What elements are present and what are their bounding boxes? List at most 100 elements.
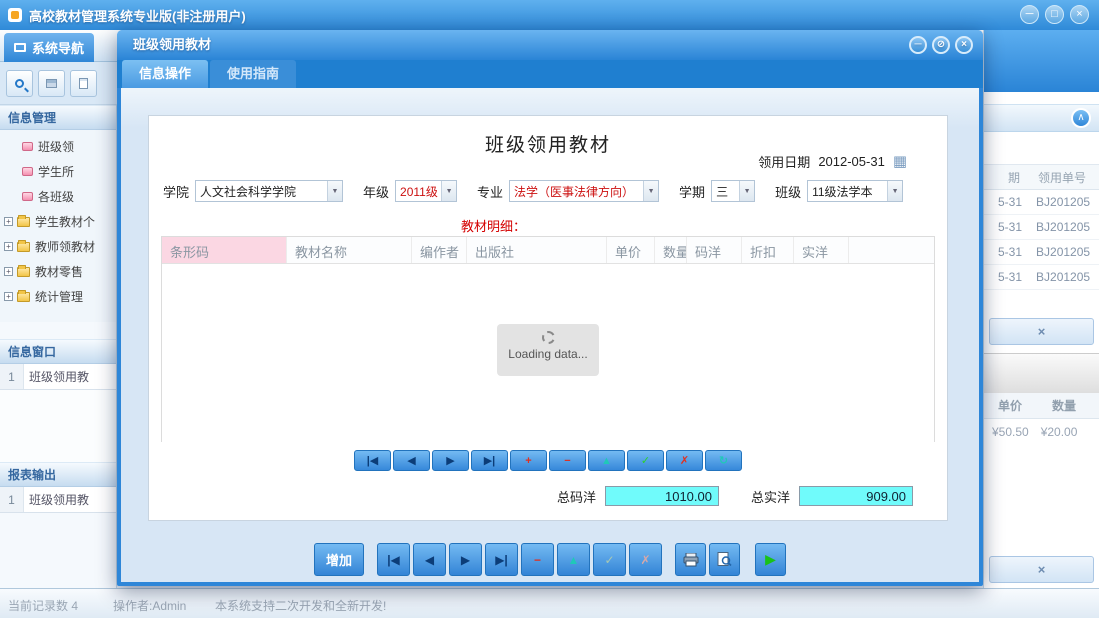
- main-titlebar: 高校教材管理系统专业版(非注册用户) ─ □ ×: [0, 0, 1099, 30]
- tab-system-navigation[interactable]: 系统导航: [4, 33, 94, 62]
- expander-icon[interactable]: +: [4, 292, 13, 301]
- tree-item-each-class[interactable]: 各班级: [0, 184, 116, 209]
- footer-delete-button[interactable]: −: [521, 543, 554, 576]
- delete-row-button[interactable]: −: [549, 450, 586, 471]
- nav-next-button[interactable]: ▶: [432, 450, 469, 471]
- print-button[interactable]: [675, 543, 706, 576]
- column-barcode[interactable]: 条形码: [162, 237, 287, 263]
- row-date: 5-31: [984, 270, 1022, 284]
- table-row[interactable]: 5-31 BJ201205: [984, 265, 1099, 290]
- panel-close-button[interactable]: ×: [989, 556, 1094, 583]
- semester-label: 学期: [679, 182, 705, 201]
- expander-icon[interactable]: +: [4, 242, 13, 251]
- dialog-block-button[interactable]: ⊘: [932, 36, 950, 54]
- footer-first-button[interactable]: |◀: [377, 543, 410, 576]
- nav-prev-button[interactable]: ◀: [393, 450, 430, 471]
- sidebar-panel-info-management[interactable]: 信息管理: [0, 105, 116, 130]
- column-textbook-name[interactable]: 教材名称: [287, 237, 412, 263]
- class-value: 11级法学本: [808, 183, 887, 200]
- expander-icon[interactable]: +: [4, 217, 13, 226]
- footer-confirm-button[interactable]: ✓: [593, 543, 626, 576]
- column-publisher[interactable]: 出版社: [467, 237, 607, 263]
- dialog-minimize-button[interactable]: ─: [909, 36, 927, 54]
- sidebar-spacer: [0, 322, 116, 339]
- close-icon: ×: [1038, 562, 1046, 577]
- loading-indicator: Loading data...: [497, 324, 599, 376]
- loading-text: Loading data...: [497, 347, 599, 361]
- column-author[interactable]: 编作者: [412, 237, 467, 263]
- footer-prev-button[interactable]: ◀: [413, 543, 446, 576]
- tree-item-textbook-retail[interactable]: + 教材零售: [0, 259, 116, 284]
- total-actual-price-field[interactable]: 909.00: [799, 486, 913, 506]
- nav-first-button[interactable]: |◀: [354, 450, 391, 471]
- tag-icon: [22, 167, 33, 176]
- info-window-item[interactable]: 1 班级领用教: [0, 364, 116, 390]
- minimize-button[interactable]: ─: [1020, 5, 1039, 24]
- footer-edit-button[interactable]: ▲: [557, 543, 590, 576]
- tab-user-guide[interactable]: 使用指南: [210, 60, 296, 88]
- collapse-button[interactable]: ∧: [1071, 108, 1091, 128]
- sidebar-panel-report-output[interactable]: 报表输出: [0, 462, 116, 487]
- cancel-button[interactable]: ✗: [666, 450, 703, 471]
- total-list-price-field[interactable]: 1010.00: [605, 486, 719, 506]
- table-view-button[interactable]: [38, 70, 65, 97]
- run-button[interactable]: ▶: [755, 543, 786, 576]
- preview-button[interactable]: [709, 543, 740, 576]
- dialog-close-button[interactable]: ×: [955, 36, 973, 54]
- major-select[interactable]: 法学（医事法律方向） ▼: [509, 180, 659, 202]
- main-window-title: 高校教材管理系统专业版(非注册用户): [29, 6, 246, 25]
- folder-icon: [17, 267, 30, 277]
- panel-close-button[interactable]: ×: [989, 318, 1094, 345]
- column-discount[interactable]: 折扣: [742, 237, 794, 263]
- table-row[interactable]: 5-31 BJ201205: [984, 190, 1099, 215]
- dialog-titlebar[interactable]: 班级领用教材 ─ ⊘ ×: [117, 30, 983, 60]
- column-unit-price[interactable]: 单价: [607, 237, 655, 263]
- dialog-controls: ─ ⊘ ×: [909, 36, 973, 54]
- calendar-icon[interactable]: ▦: [893, 154, 907, 169]
- column-list-price[interactable]: 码洋: [687, 237, 742, 263]
- tree-item-label: 统计管理: [35, 288, 83, 305]
- textbook-grid: 条形码 教材名称 编作者 出版社 单价 数量 码洋 折扣 实洋 Loading …: [161, 236, 935, 442]
- grid-header: 条形码 教材名称 编作者 出版社 单价 数量 码洋 折扣 实洋: [162, 237, 934, 264]
- tree-item-teacher-receive[interactable]: + 教师领教材: [0, 234, 116, 259]
- form-panel: 班级领用教材 领用日期 2012-05-31 ▦ 学院 人文社会科学学院 ▼ 年…: [148, 115, 948, 521]
- nav-last-button[interactable]: ▶|: [471, 450, 508, 471]
- class-select[interactable]: 11级法学本 ▼: [807, 180, 903, 202]
- college-select[interactable]: 人文社会科学学院 ▼: [195, 180, 343, 202]
- column-actual-price[interactable]: 实洋: [794, 237, 849, 263]
- tree-item-student-textbook[interactable]: + 学生教材个: [0, 209, 116, 234]
- sidebar-panel-info-window[interactable]: 信息窗口: [0, 339, 116, 364]
- column-filler: [849, 237, 934, 263]
- tree-item-student[interactable]: 学生所: [0, 159, 116, 184]
- table-row[interactable]: 5-31 BJ201205: [984, 215, 1099, 240]
- folder-icon: [17, 292, 30, 302]
- dialog-body: 班级领用教材 领用日期 2012-05-31 ▦ 学院 人文社会科学学院 ▼ 年…: [121, 88, 979, 582]
- report-output-item[interactable]: 1 班级领用教: [0, 487, 116, 513]
- chevron-down-icon: ▼: [441, 181, 456, 201]
- add-row-button[interactable]: +: [510, 450, 547, 471]
- tab-info-operation[interactable]: 信息操作: [122, 60, 208, 88]
- confirm-button[interactable]: ✓: [627, 450, 664, 471]
- semester-select[interactable]: 三 ▼: [711, 180, 755, 202]
- refresh-button[interactable]: ↻: [705, 450, 742, 471]
- tree-item-class-receive[interactable]: 班级领: [0, 134, 116, 159]
- college-label: 学院: [163, 182, 189, 201]
- search-button[interactable]: [6, 70, 33, 97]
- dialog-footer-toolbar: 增加 |◀ ◀ ▶ ▶| − ▲ ✓ ✗: [121, 543, 979, 576]
- maximize-button[interactable]: □: [1045, 5, 1064, 24]
- grade-select[interactable]: 2011级 ▼: [395, 180, 457, 202]
- column-quantity[interactable]: 数量: [655, 237, 687, 263]
- tree-item-statistics[interactable]: + 统计管理: [0, 284, 116, 309]
- add-record-button[interactable]: 增加: [314, 543, 364, 576]
- receive-date-value[interactable]: 2012-05-31: [818, 154, 885, 169]
- document-button[interactable]: [70, 70, 97, 97]
- close-button[interactable]: ×: [1070, 5, 1089, 24]
- footer-last-button[interactable]: ▶|: [485, 543, 518, 576]
- table-row[interactable]: 5-31 BJ201205: [984, 240, 1099, 265]
- receive-date-label: 领用日期: [758, 152, 810, 171]
- footer-cancel-button[interactable]: ✗: [629, 543, 662, 576]
- edit-row-button[interactable]: ▲: [588, 450, 625, 471]
- footer-next-button[interactable]: ▶: [449, 543, 482, 576]
- right-panel-divider: [984, 353, 1099, 393]
- expander-icon[interactable]: +: [4, 267, 13, 276]
